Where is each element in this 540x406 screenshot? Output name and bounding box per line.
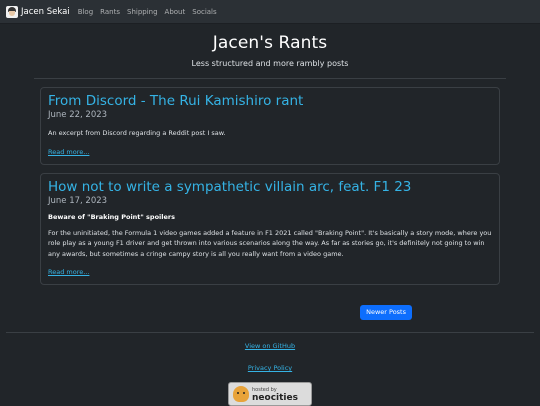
header-divider <box>34 78 506 79</box>
github-link[interactable]: View on GitHub <box>245 342 295 350</box>
nav-shipping[interactable]: Shipping <box>127 8 158 16</box>
neocities-badge[interactable]: hosted by neocities <box>228 382 312 406</box>
read-more-link[interactable]: Read more... <box>48 148 89 156</box>
nav-socials[interactable]: Socials <box>192 8 216 16</box>
spoiler-warning: Beware of "Braking Point" spoilers <box>48 212 175 221</box>
nav-blog[interactable]: Blog <box>78 8 93 16</box>
brand-name: Jacen Sekai <box>21 6 70 17</box>
pagination: Newer Posts <box>0 305 412 320</box>
page-header: Jacen's Rants Less structured and more r… <box>0 24 540 68</box>
post-title-link[interactable]: How not to write a sympathetic villain a… <box>48 179 492 195</box>
top-navbar: Jacen Sekai Blog Rants Shipping About So… <box>0 0 540 24</box>
post-date: June 17, 2023 <box>48 195 108 206</box>
post-card: How not to write a sympathetic villain a… <box>40 172 500 285</box>
post-excerpt: An excerpt from Discord regarding a Redd… <box>48 129 226 137</box>
privacy-policy-link[interactable]: Privacy Policy <box>248 364 292 372</box>
brand-link[interactable]: Jacen Sekai <box>6 5 70 18</box>
neocities-cat-icon <box>233 386 249 402</box>
badge-text: hosted by neocities <box>252 386 298 403</box>
nav-about[interactable]: About <box>165 8 186 16</box>
post-date: June 22, 2023 <box>48 110 108 120</box>
post-excerpt: For the uninitiated, the Formula 1 video… <box>48 228 492 258</box>
footer: View on GitHub Privacy Policy hosted by … <box>0 333 540 406</box>
avatar-icon <box>6 5 18 18</box>
newer-posts-button[interactable]: Newer Posts <box>360 305 412 320</box>
post-title-link[interactable]: From Discord - The Rui Kamishiro rant <box>48 93 492 109</box>
page-subtitle: Less structured and more rambly posts <box>191 59 349 68</box>
post-card: From Discord - The Rui Kamishiro rant Ju… <box>40 87 500 165</box>
nav-rants[interactable]: Rants <box>100 8 120 16</box>
read-more-link[interactable]: Read more... <box>48 268 89 276</box>
badge-big-text: neocities <box>252 393 298 403</box>
page-title: Jacen's Rants <box>212 33 328 53</box>
